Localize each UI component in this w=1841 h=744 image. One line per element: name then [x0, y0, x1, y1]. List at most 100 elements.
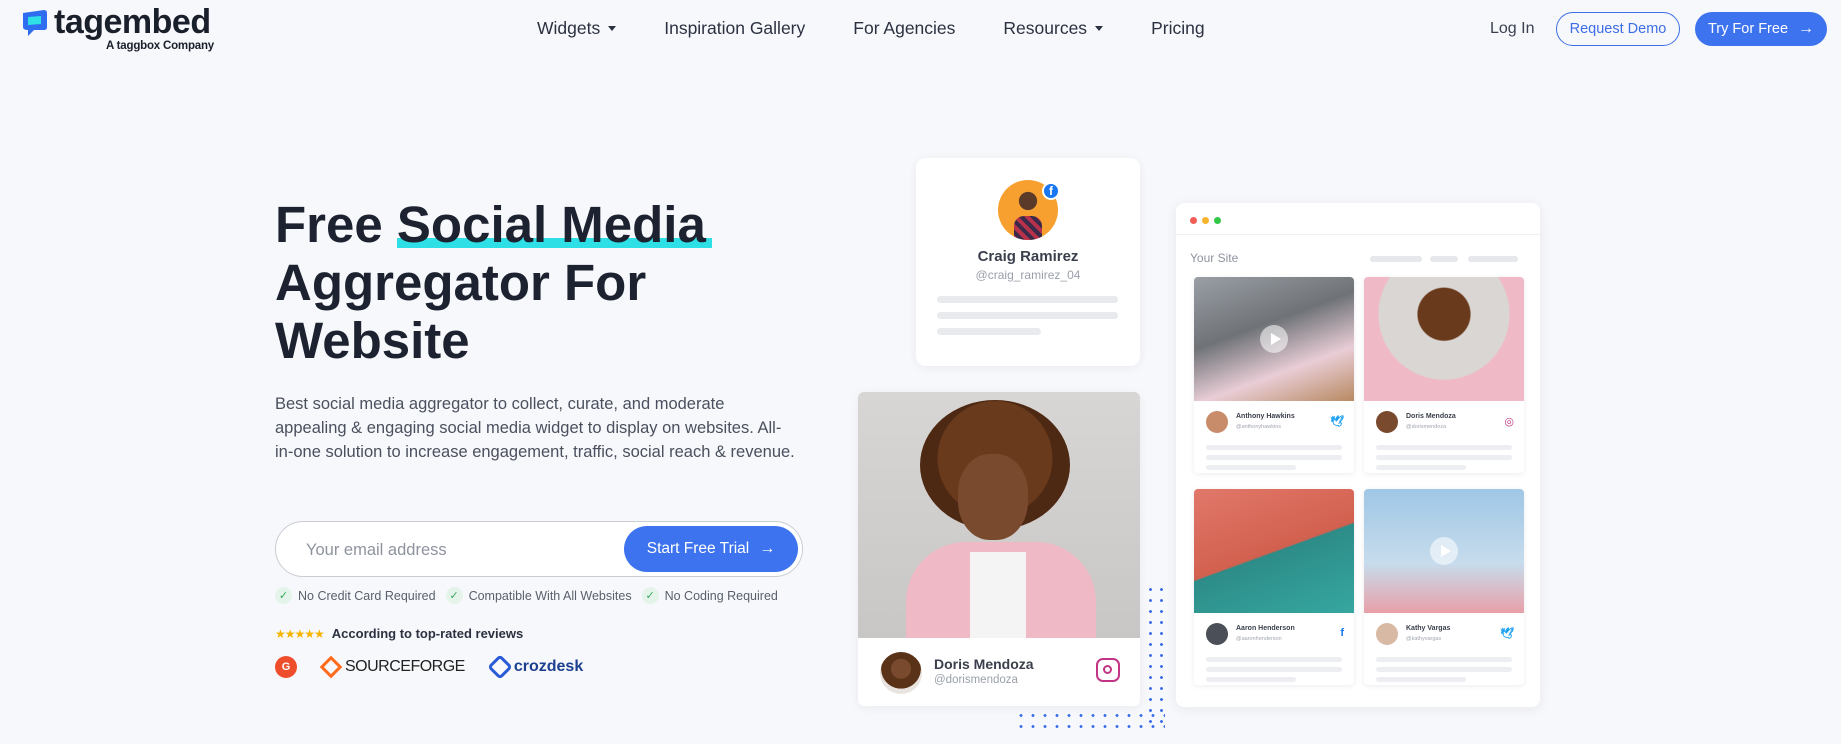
- check-icon: ✓: [445, 587, 463, 604]
- post-photo: [858, 392, 1140, 638]
- nav-for-agencies[interactable]: For Agencies: [853, 18, 955, 39]
- hero-title-highlight-text: Social Media: [396, 196, 706, 253]
- g2-logo[interactable]: G: [275, 656, 297, 678]
- logo-tagline: A taggbox Company: [106, 40, 214, 52]
- window-dot-icon: [1202, 217, 1209, 224]
- placeholder-line: [1376, 667, 1512, 672]
- tagembed-logo[interactable]: tagembed A taggbox Company: [20, 4, 230, 52]
- main-nav: Widgets Inspiration Gallery For Agencies…: [537, 18, 1253, 39]
- review-badges: G SOURCEFORGE crozdesk: [275, 654, 584, 680]
- hero-title-highlight: Social Media: [396, 196, 712, 254]
- dot-pattern-decoration: [1145, 584, 1165, 728]
- post-author-handle: @dorismendoza: [934, 674, 1018, 686]
- chevron-down-icon: [608, 26, 617, 31]
- try-for-free-label: Try For Free: [1707, 21, 1789, 37]
- crozdesk-wordmark: crozdesk: [513, 658, 584, 675]
- nav-inspiration-gallery[interactable]: Inspiration Gallery: [664, 18, 805, 39]
- window-dot-icon: [1190, 217, 1197, 224]
- crozdesk-icon: [487, 654, 513, 680]
- check-icon: ✓: [275, 587, 292, 604]
- placeholder-line: [937, 296, 1118, 303]
- instagram-icon: [1096, 658, 1120, 682]
- hero-title: Free Social Media Aggregator For Website: [275, 196, 795, 370]
- placeholder-line: [1206, 445, 1342, 450]
- nav-widgets[interactable]: Widgets: [537, 18, 617, 39]
- tile-author-name: Doris Mendoza: [1406, 413, 1456, 420]
- placeholder-line: [1206, 657, 1342, 662]
- feed-tile: Doris Mendoza @dorismendoza ◎: [1364, 277, 1524, 473]
- twitter-icon: 🕊: [1330, 416, 1344, 428]
- feed-tile: Kathy Vargas @kathyvargas 🕊: [1364, 489, 1524, 685]
- logo-wordmark: tagembed: [54, 3, 211, 41]
- play-icon: [1260, 325, 1288, 353]
- feature-checks: ✓ No Credit Card Required ✓ Compatible W…: [275, 587, 788, 604]
- placeholder-line: [937, 328, 1041, 335]
- placeholder-line: [1376, 465, 1466, 470]
- nav-resources-label: Resources: [1003, 18, 1088, 38]
- start-free-trial-button[interactable]: Start Free Trial →: [624, 526, 798, 572]
- email-input[interactable]: [306, 537, 606, 563]
- feed-tile: Aaron Henderson @aaronhenderson f: [1194, 489, 1354, 685]
- placeholder-line: [1430, 256, 1458, 262]
- avatar: [1376, 411, 1398, 433]
- tile-author-handle: @anthonyhawkins: [1236, 424, 1282, 430]
- browser-toolbar: [1176, 203, 1540, 235]
- instagram-icon: ◎: [1504, 416, 1514, 428]
- tile-author-handle: @dorismendoza: [1406, 424, 1447, 430]
- nav-pricing[interactable]: Pricing: [1151, 18, 1205, 39]
- facebook-icon: f: [1042, 182, 1060, 200]
- login-link[interactable]: Log In: [1490, 20, 1534, 38]
- post-author-name: Doris Mendoza: [934, 656, 1034, 672]
- signup-form: Start Free Trial →: [275, 521, 803, 577]
- website-preview: Your Site Anthony Hawkins @anthonyhawkin…: [1176, 203, 1540, 707]
- tile-author-name: Kathy Vargas: [1406, 625, 1451, 632]
- profile-card: f Craig Ramirez @craig_ramirez_04: [916, 158, 1140, 366]
- rating-text: According to top-rated reviews: [331, 626, 524, 641]
- facebook-icon: f: [1340, 627, 1344, 639]
- hero-title-rest: Aggregator For Website: [275, 254, 647, 369]
- arrow-right-icon: →: [759, 540, 776, 557]
- avatar: [1376, 623, 1398, 645]
- arrow-right-icon: →: [1798, 20, 1815, 37]
- star-rating-icon: ★★★★★: [275, 626, 325, 641]
- play-icon: [1430, 537, 1458, 565]
- crozdesk-logo[interactable]: crozdesk: [487, 654, 584, 680]
- site-header: tagembed A taggbox Company Widgets Inspi…: [0, 0, 1841, 60]
- nav-inspiration-label: Inspiration Gallery: [664, 18, 806, 38]
- avatar: [1206, 411, 1228, 433]
- check-compatible: ✓ Compatible With All Websites: [445, 587, 632, 604]
- placeholder-line: [1206, 455, 1342, 460]
- check-no-coding: ✓ No Coding Required: [641, 587, 778, 604]
- chevron-down-icon: [1095, 26, 1104, 31]
- placeholder-line: [1206, 667, 1342, 672]
- site-label: Your Site: [1190, 251, 1239, 265]
- tile-author-name: Aaron Henderson: [1236, 625, 1295, 632]
- placeholder-line: [1376, 455, 1512, 460]
- placeholder-line: [1376, 677, 1466, 682]
- tile-author-handle: @kathyvargas: [1406, 636, 1442, 642]
- profile-handle: @craig_ramirez_04: [975, 268, 1081, 282]
- sourceforge-logo[interactable]: SOURCEFORGE: [319, 655, 465, 679]
- tile-photo: [1194, 489, 1354, 613]
- check-icon: ✓: [641, 587, 659, 604]
- hero-title-prefix: Free: [275, 196, 397, 253]
- placeholder-line: [1468, 256, 1518, 262]
- dot-pattern-decoration: [1015, 710, 1165, 732]
- avatar: [880, 652, 922, 694]
- placeholder-line: [1376, 657, 1512, 662]
- check-label: Compatible With All Websites: [468, 588, 632, 603]
- tile-photo: [1364, 489, 1524, 613]
- sourceforge-wordmark: SOURCEFORGE: [345, 658, 465, 675]
- feed-tile: Anthony Hawkins @anthonyhawkins 🕊: [1194, 277, 1354, 473]
- placeholder-line: [1206, 465, 1296, 470]
- post-footer: Doris Mendoza @dorismendoza: [858, 638, 1140, 706]
- nav-agencies-label: For Agencies: [853, 18, 956, 38]
- nav-resources[interactable]: Resources: [1003, 18, 1104, 39]
- rating-row: ★★★★★ According to top-rated reviews: [275, 626, 523, 641]
- request-demo-button[interactable]: Request Demo: [1556, 12, 1680, 46]
- window-dot-icon: [1214, 217, 1221, 224]
- try-for-free-button[interactable]: Try For Free →: [1695, 12, 1827, 46]
- placeholder-line: [937, 312, 1118, 319]
- tile-photo: [1364, 277, 1524, 401]
- check-label: No Coding Required: [664, 588, 778, 603]
